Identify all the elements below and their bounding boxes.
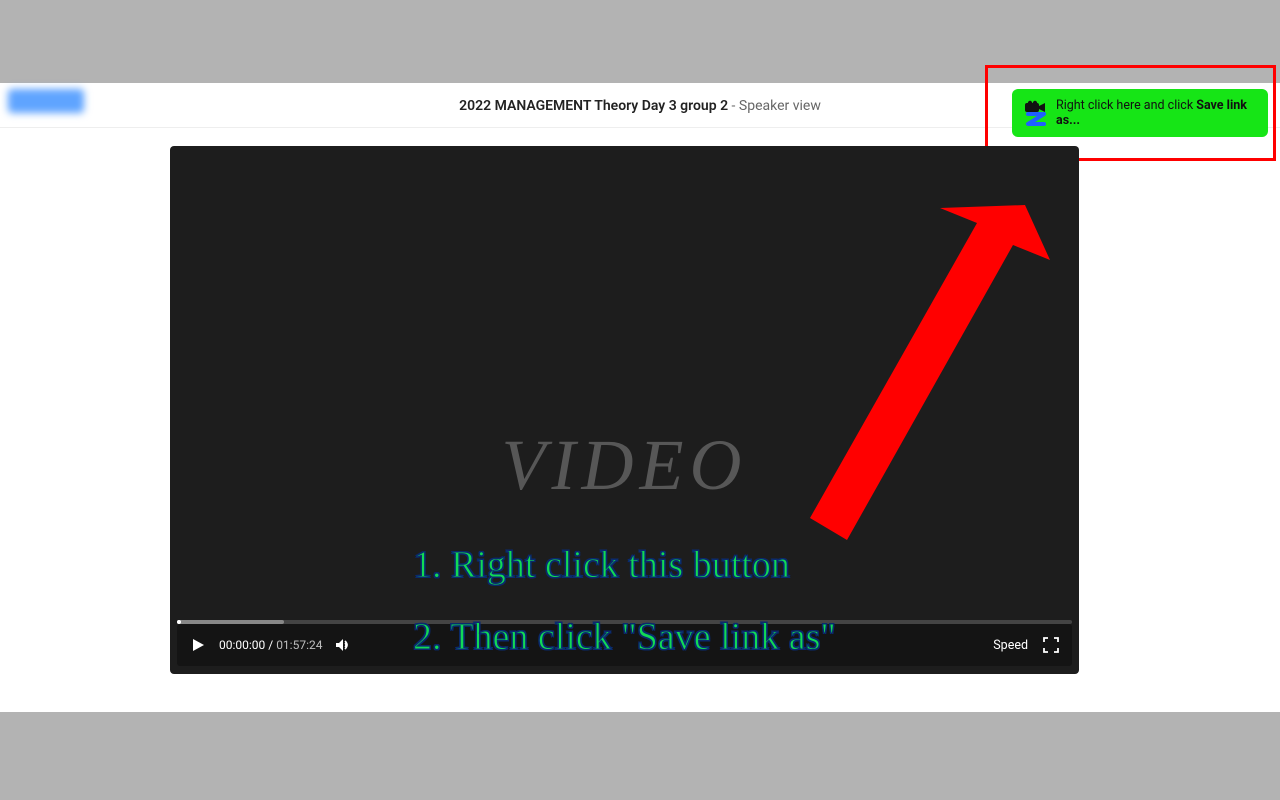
zoom-download-icon — [1022, 99, 1050, 127]
title-view: Speaker view — [739, 98, 821, 114]
download-button[interactable]: Right click here and click Save link as.… — [1012, 89, 1268, 137]
video-player[interactable]: VIDEO 00:00:00 / 01:57:24 Speed — [170, 146, 1079, 674]
video-watermark: VIDEO — [502, 424, 748, 507]
download-button-label: Right click here and click Save link as.… — [1056, 98, 1258, 128]
title-sep: - — [728, 98, 739, 114]
page: 2022 MANAGEMENT Theory Day 3 group 2 - S… — [0, 83, 1280, 712]
instruction-line-2: 2. Then click "Save link as" — [413, 613, 1113, 662]
time-current: 00:00:00 — [219, 638, 265, 652]
instruction-line-1: 1. Right click this button — [413, 541, 1113, 590]
volume-button[interactable] — [330, 632, 356, 658]
time-duration: 01:57:24 — [276, 638, 322, 652]
play-icon — [190, 637, 206, 653]
time-sep: / — [265, 638, 276, 652]
download-button-text-pre: Right click here and click — [1056, 98, 1196, 113]
volume-icon — [335, 637, 351, 653]
play-button[interactable] — [185, 632, 211, 658]
title-main: 2022 MANAGEMENT Theory Day 3 group 2 — [459, 98, 728, 114]
time-display: 00:00:00 / 01:57:24 — [219, 638, 322, 652]
